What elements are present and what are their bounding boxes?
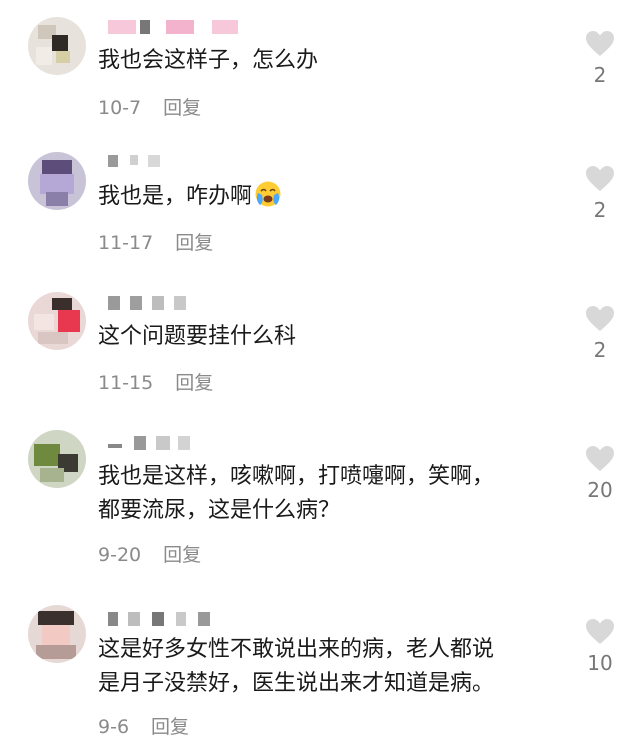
like-count: 10 <box>587 651 613 675</box>
comment-meta: 9-6 回复 <box>98 712 189 739</box>
comment-date: 11-17 <box>98 232 154 254</box>
heart-icon <box>586 31 614 56</box>
reply-button[interactable]: 回复 <box>163 97 201 119</box>
comment-text: 这是好多女性不敢说出来的病，老人都说 是月子没禁好，医生说出来才知道是病。 <box>98 637 495 696</box>
like-button[interactable]: 2 <box>578 30 622 87</box>
like-button[interactable]: 2 <box>578 305 622 362</box>
heart-icon <box>586 446 614 471</box>
like-button[interactable]: 2 <box>578 165 622 222</box>
avatar[interactable] <box>28 17 86 75</box>
comment-date: 9-20 <box>98 544 142 566</box>
reply-button[interactable]: 回复 <box>163 544 201 566</box>
heart-icon <box>586 306 614 331</box>
heart-icon <box>586 619 614 644</box>
comment-date: 11-15 <box>98 372 154 394</box>
like-count: 2 <box>593 198 607 222</box>
like-button[interactable]: 10 <box>578 618 622 675</box>
avatar[interactable] <box>28 152 86 210</box>
avatar[interactable] <box>28 430 86 488</box>
avatar[interactable] <box>28 292 86 350</box>
like-button[interactable]: 20 <box>578 445 622 502</box>
avatar[interactable] <box>28 605 86 663</box>
comment-date: 10-7 <box>98 97 142 119</box>
reply-button[interactable]: 回复 <box>175 232 213 254</box>
comment-text: 这个问题要挂什么科 <box>98 324 297 349</box>
comment-meta: 10-7 回复 <box>98 93 201 120</box>
comment-text: 我也是，咋办啊 <box>98 180 568 214</box>
comment-meta: 11-17 回复 <box>98 228 213 255</box>
comment-text: 我也是这样，咳嗽啊，打喷嚏啊，笑啊， 都要流尿，这是什么病？ <box>98 464 495 523</box>
comment-meta: 11-15 回复 <box>98 368 213 395</box>
comment-meta: 9-20 回复 <box>98 540 201 567</box>
crying-face-emoji <box>255 181 281 207</box>
reply-button[interactable]: 回复 <box>175 372 213 394</box>
reply-button[interactable]: 回复 <box>151 716 189 738</box>
comment-date: 9-6 <box>98 716 130 738</box>
like-count: 2 <box>593 63 607 87</box>
like-count: 20 <box>587 478 613 502</box>
comment-text-content: 我也是，咋办啊 <box>98 184 253 209</box>
like-count: 2 <box>593 338 607 362</box>
comment-text: 我也会这样子，怎么办 <box>98 48 319 73</box>
heart-icon <box>586 166 614 191</box>
